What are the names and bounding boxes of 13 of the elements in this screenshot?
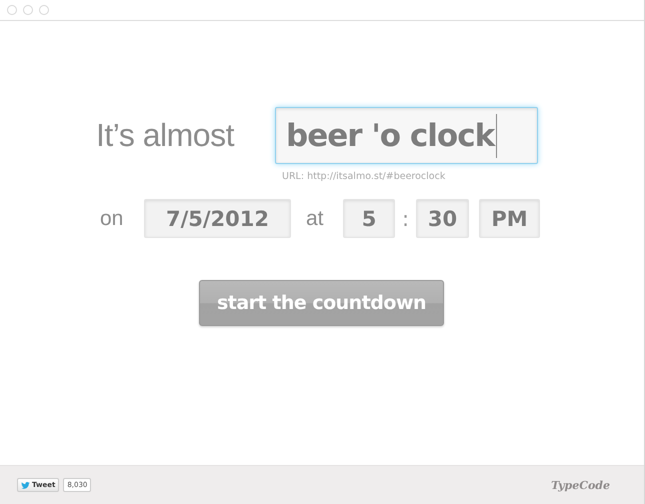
url-hint: URL: http://itsalmo.st/#beeroclock (282, 171, 446, 182)
meridiem-field[interactable]: PM (479, 199, 540, 238)
time-separator: : (400, 206, 410, 230)
hour-field[interactable]: 5 (343, 199, 395, 238)
event-input-field[interactable]: beer 'o clock (275, 107, 538, 164)
on-label: on (100, 206, 124, 230)
logo[interactable]: TypeCode (551, 478, 610, 492)
minute-field[interactable]: 30 (416, 199, 469, 238)
date-field[interactable]: 7/5/2012 (144, 199, 291, 238)
start-countdown-button[interactable]: start the countdown (199, 280, 444, 326)
at-label: at (306, 206, 325, 230)
headline-lead: It’s almost (96, 117, 236, 154)
bird-icon (21, 482, 30, 488)
